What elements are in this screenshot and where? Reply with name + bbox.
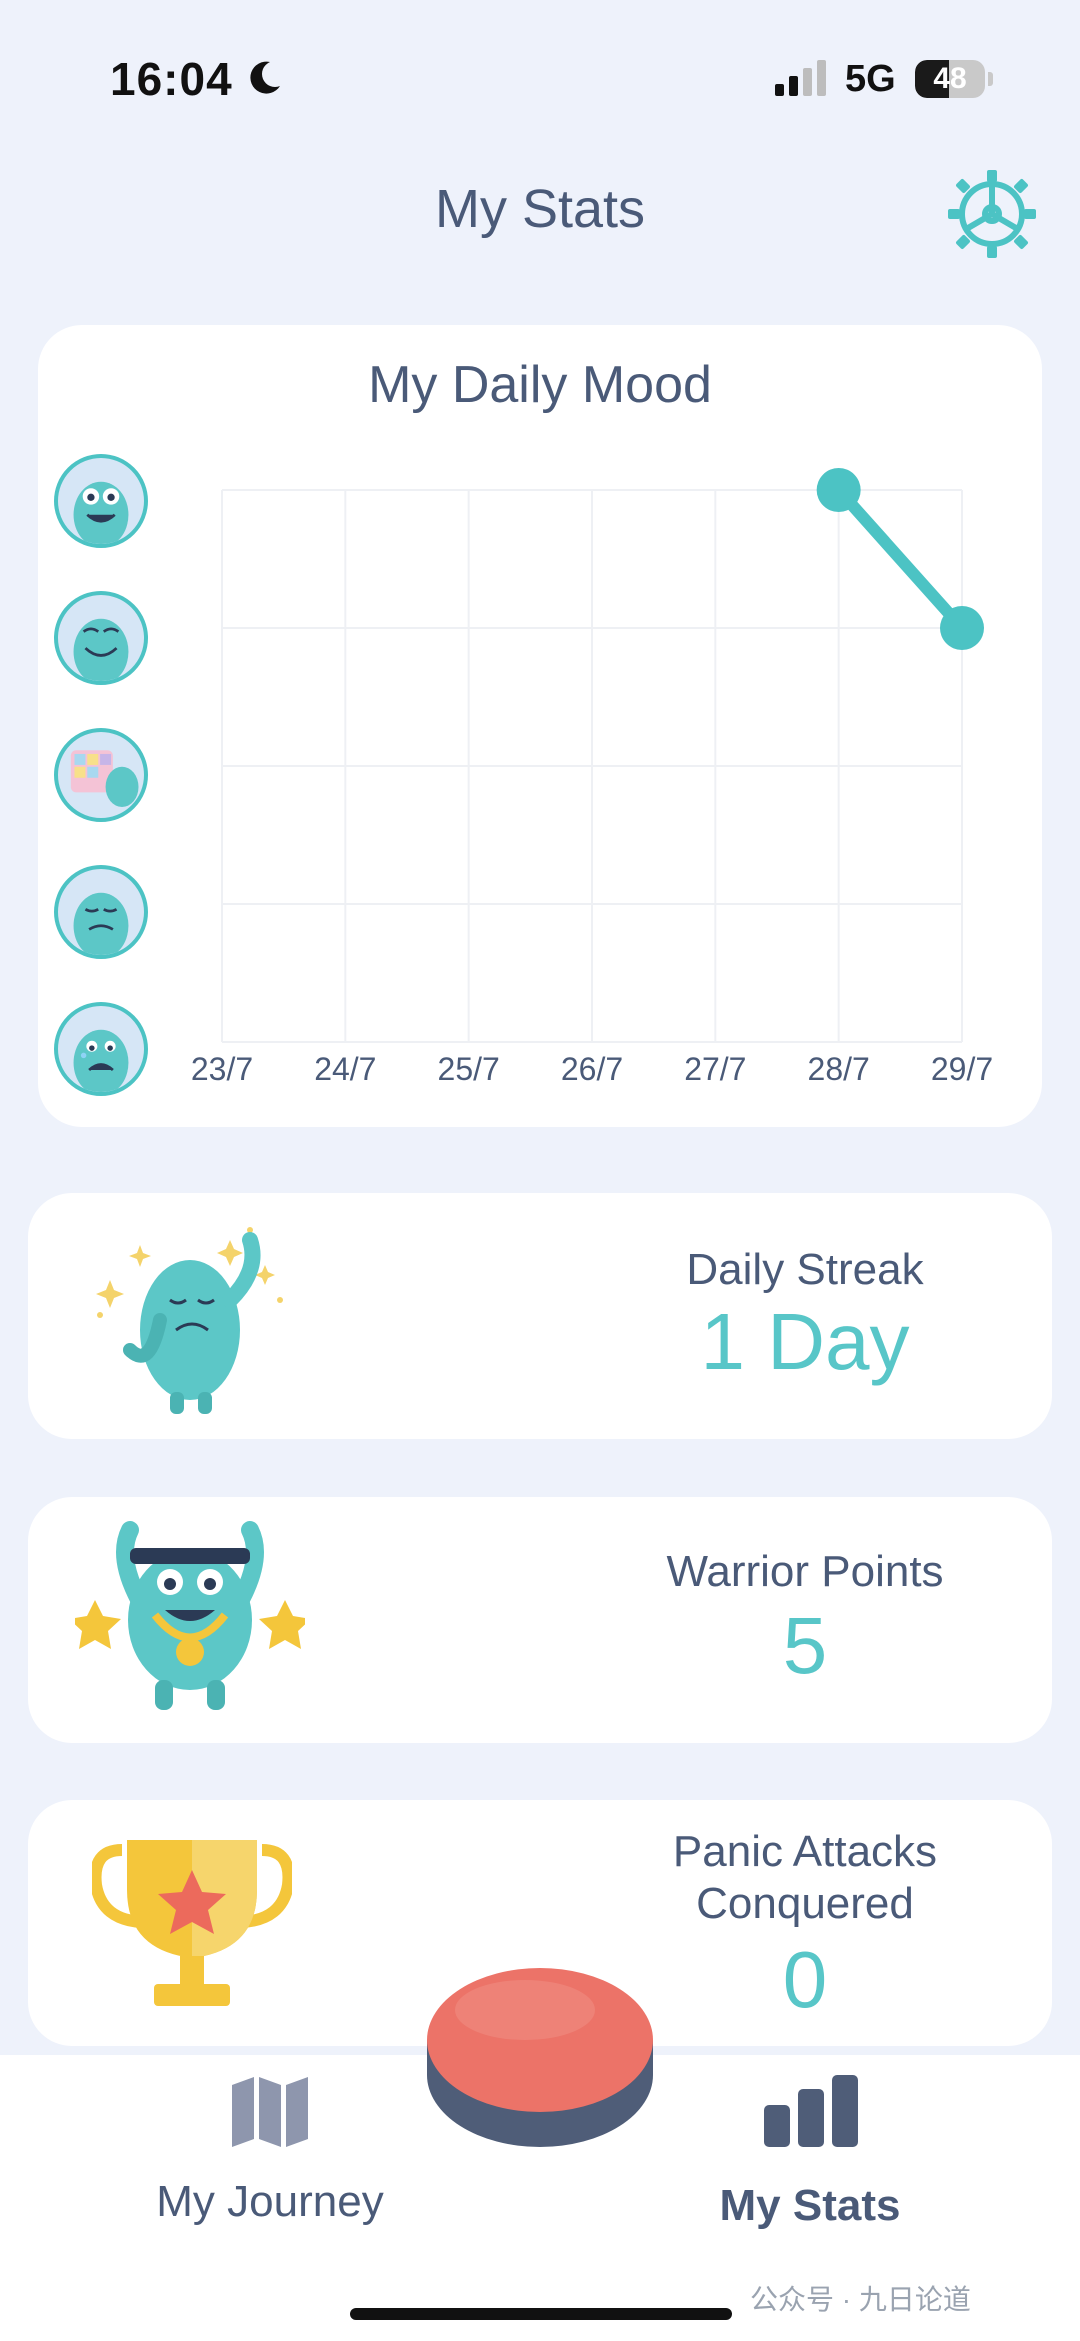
trophy-icon — [92, 1840, 292, 2006]
mood-very-sad-icon — [54, 1002, 148, 1096]
warrior-value: 5 — [782, 1601, 828, 1690]
mood-card — [38, 325, 1042, 1127]
nav-my-stats[interactable]: My Stats — [660, 2075, 960, 2245]
signal-icon — [775, 60, 826, 96]
streak-value: 1 Day — [700, 1297, 910, 1386]
status-bar: 16:04 5G 48 — [0, 0, 1080, 150]
bar-chart-icon — [764, 2075, 858, 2147]
mood-sad-icon — [54, 865, 148, 959]
status-time: 16:04 — [110, 53, 233, 105]
warrior-mascot-icon — [75, 1521, 305, 1710]
moon-icon — [250, 61, 280, 94]
mood-happy-icon — [54, 591, 148, 685]
battery-icon: 48 — [915, 60, 985, 98]
nav-label-stats: My Stats — [719, 2181, 901, 2230]
panic-value: 0 — [782, 1935, 828, 2024]
streak-label: Daily Streak — [686, 1245, 924, 1294]
gear-icon[interactable] — [946, 168, 1038, 260]
map-icon — [232, 2077, 308, 2147]
panic-label-line2: Conquered — [696, 1879, 914, 1928]
battery-tip — [988, 72, 993, 86]
home-indicator[interactable] — [350, 2308, 732, 2320]
watermark: 公众号 · 九日论道 — [750, 2284, 971, 2315]
panic-label-line1: Panic Attacks — [672, 1827, 938, 1876]
network-label: 5G — [845, 58, 896, 100]
mood-neutral-icon — [54, 728, 148, 822]
panic-button[interactable] — [425, 1965, 655, 2150]
page-title: My Stats — [434, 179, 646, 239]
nav-label-journey: My Journey — [156, 2177, 384, 2226]
streak-mascot-icon — [96, 1227, 283, 1414]
mood-very-happy-icon — [54, 454, 148, 548]
nav-my-journey[interactable]: My Journey — [120, 2075, 420, 2245]
mood-card-title: My Daily Mood — [368, 356, 712, 414]
warrior-label: Warrior Points — [666, 1547, 944, 1596]
battery-level: 48 — [933, 62, 967, 95]
